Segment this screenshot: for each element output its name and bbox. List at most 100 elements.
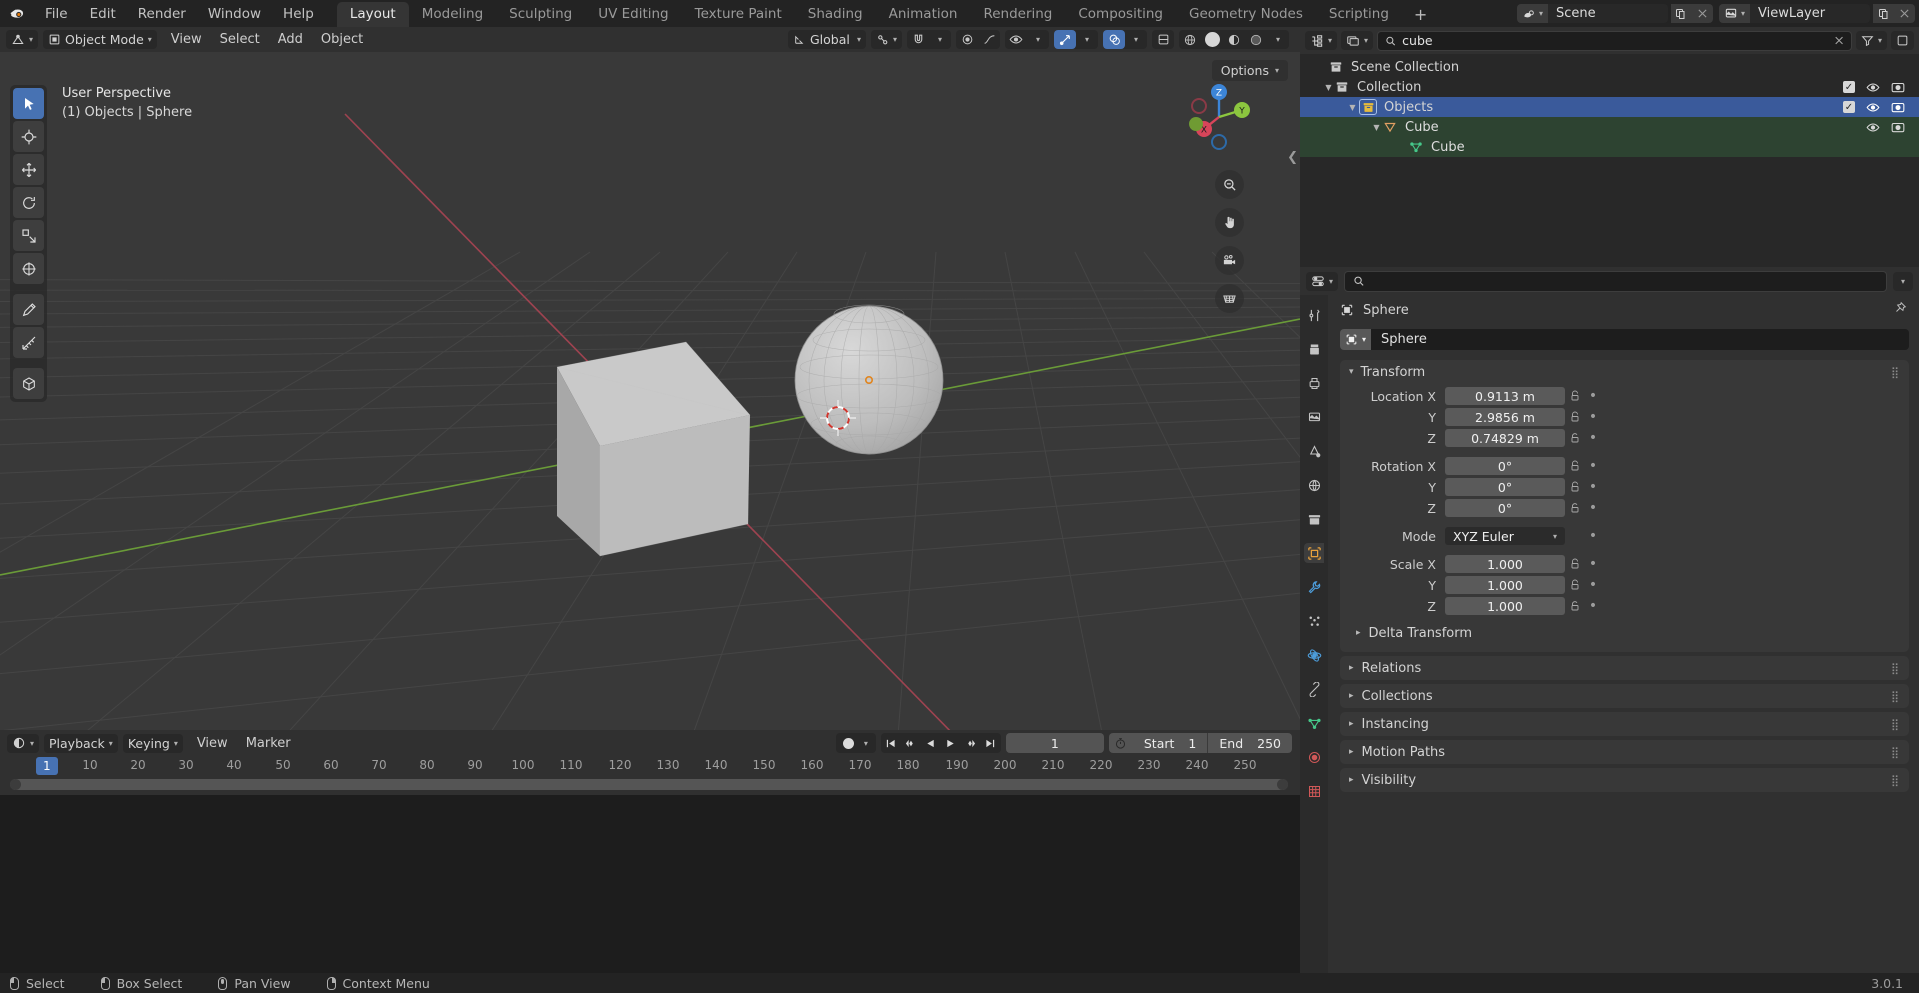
- scene-selector[interactable]: ▾ Scene: [1516, 4, 1668, 23]
- new-viewlayer-button[interactable]: [1873, 4, 1894, 23]
- outliner-row-collection[interactable]: ▼ Collection ✓: [1300, 77, 1919, 97]
- world-tab[interactable]: [1304, 475, 1324, 495]
- eye-icon[interactable]: [1866, 82, 1880, 93]
- menu-edit[interactable]: Edit: [79, 1, 127, 27]
- collection-checkbox[interactable]: ✓: [1843, 81, 1855, 93]
- gizmo-options-chevron-icon[interactable]: ▾: [1076, 30, 1098, 49]
- snap-options-chevron-icon[interactable]: ▾: [929, 30, 951, 49]
- drag-handle-icon[interactable]: ⣿: [1891, 719, 1900, 730]
- editor-type-icon[interactable]: ▾: [6, 30, 39, 49]
- timeline-menu-view[interactable]: View: [188, 736, 237, 751]
- animate-property-icon[interactable]: •: [1585, 430, 1601, 446]
- rotation-mode-dropdown[interactable]: XYZ Euler ▾: [1445, 527, 1565, 545]
- camera-icon[interactable]: [1891, 81, 1905, 93]
- outliner-search-input[interactable]: [1377, 30, 1852, 51]
- pan-icon[interactable]: [1215, 208, 1244, 237]
- chevron-right-icon[interactable]: ▸: [1349, 663, 1354, 673]
- overlays-chevron-icon[interactable]: ▾: [1125, 30, 1147, 49]
- timeline-menu-marker[interactable]: Marker: [237, 736, 300, 751]
- cursor-tool[interactable]: [13, 121, 44, 152]
- auto-keying-chevron-icon[interactable]: ▾: [859, 739, 873, 748]
- add-workspace-button[interactable]: +: [1402, 2, 1439, 27]
- relations-panel[interactable]: ▸ Relations ⣿: [1340, 656, 1909, 680]
- drag-handle-icon[interactable]: ⣿: [1891, 747, 1900, 758]
- auto-keying-icon[interactable]: [839, 733, 859, 753]
- zoom-icon[interactable]: [1215, 170, 1244, 199]
- chevron-down-icon[interactable]: ▼: [1346, 103, 1359, 112]
- solid-shading-icon[interactable]: [1201, 30, 1223, 49]
- rotation-x-field[interactable]: 0°: [1445, 457, 1565, 475]
- properties-options-chevron-icon[interactable]: ▾: [1892, 271, 1913, 291]
- scale-z-field[interactable]: 1.000: [1445, 597, 1565, 615]
- chevron-down-icon[interactable]: ▾: [1349, 367, 1354, 377]
- timeline-ruler[interactable]: 1 10 20 30 40 50 60 70 80 90 100 110 120…: [0, 756, 1300, 778]
- animate-property-icon[interactable]: •: [1585, 479, 1601, 495]
- blender-logo-icon[interactable]: [0, 1, 34, 27]
- instancing-panel[interactable]: ▸ Instancing ⣿: [1340, 712, 1909, 736]
- view-layer-tab[interactable]: [1304, 407, 1324, 427]
- motion-paths-panel[interactable]: ▸ Motion Paths ⣿: [1340, 740, 1909, 764]
- timeline-playhead[interactable]: 1: [36, 757, 58, 775]
- workspace-tab-sculpting[interactable]: Sculpting: [496, 2, 585, 27]
- output-tab[interactable]: [1304, 373, 1324, 393]
- animate-property-icon[interactable]: •: [1585, 577, 1601, 593]
- toggle-ortho-icon[interactable]: [1215, 284, 1244, 313]
- rendered-shading-icon[interactable]: [1245, 30, 1267, 49]
- animate-property-icon[interactable]: •: [1585, 409, 1601, 425]
- drag-handle-icon[interactable]: ⣿: [1891, 691, 1900, 702]
- navigation-gizmo[interactable]: Z Y X: [1182, 80, 1256, 154]
- show-gizmo-icon[interactable]: [1054, 30, 1076, 49]
- chevron-right-icon[interactable]: ▸: [1349, 747, 1354, 757]
- object-name-field[interactable]: Sphere: [1371, 328, 1909, 350]
- outliner-display-mode-icon[interactable]: ▾: [1305, 31, 1338, 50]
- timeline-menu-keying[interactable]: Keying ▾: [122, 733, 183, 753]
- viewlayer-icon[interactable]: ▾: [1718, 4, 1750, 23]
- start-frame-field[interactable]: Start 1: [1133, 733, 1208, 753]
- physics-tab[interactable]: [1304, 645, 1324, 665]
- constraints-tab[interactable]: [1304, 679, 1324, 699]
- delete-scene-button[interactable]: [1691, 4, 1713, 23]
- wireframe-shading-icon[interactable]: [1179, 30, 1201, 49]
- chevron-down-icon[interactable]: ▼: [1322, 83, 1335, 92]
- lock-icon[interactable]: [1565, 558, 1585, 570]
- material-preview-shading-icon[interactable]: [1223, 30, 1245, 49]
- scale-y-field[interactable]: 1.000: [1445, 576, 1565, 594]
- animate-property-icon[interactable]: •: [1585, 528, 1601, 544]
- transform-panel-header[interactable]: ▾ Transform ⣿: [1340, 360, 1909, 384]
- falloff-curve-icon[interactable]: [978, 30, 1000, 49]
- toggle-xray-icon[interactable]: [1152, 30, 1174, 49]
- scene-name-value[interactable]: Scene: [1548, 6, 1668, 21]
- outliner-row-scene-collection[interactable]: Scene Collection: [1300, 57, 1919, 77]
- annotate-tool[interactable]: [13, 294, 44, 325]
- animate-property-icon[interactable]: •: [1585, 388, 1601, 404]
- tool-tab[interactable]: [1304, 305, 1324, 325]
- collection-checkbox[interactable]: ✓: [1843, 101, 1855, 113]
- camera-icon[interactable]: [1891, 121, 1905, 133]
- camera-icon[interactable]: [1891, 101, 1905, 113]
- collections-panel[interactable]: ▸ Collections ⣿: [1340, 684, 1909, 708]
- drag-handle-icon[interactable]: ⣿: [1891, 775, 1900, 786]
- transform-orientation-dropdown[interactable]: Global ▾: [787, 30, 866, 49]
- workspace-tab-layout[interactable]: Layout: [336, 2, 409, 27]
- render-tab[interactable]: [1304, 339, 1324, 359]
- scale-x-field[interactable]: 1.000: [1445, 555, 1565, 573]
- menu-help[interactable]: Help: [272, 1, 325, 27]
- lock-icon[interactable]: [1565, 411, 1585, 423]
- menu-render[interactable]: Render: [127, 1, 197, 27]
- pin-icon[interactable]: [1893, 301, 1907, 319]
- properties-search-input[interactable]: [1344, 270, 1887, 292]
- menu-window[interactable]: Window: [197, 1, 272, 27]
- jump-to-prev-keyframe-icon[interactable]: [901, 733, 921, 753]
- collection-props-tab[interactable]: [1304, 509, 1324, 529]
- 3d-viewport[interactable]: User Perspective (1) Objects | Sphere Op…: [0, 52, 1300, 730]
- workspace-tab-uv-editing[interactable]: UV Editing: [585, 2, 681, 27]
- workspace-tab-rendering[interactable]: Rendering: [970, 2, 1065, 27]
- workspace-tab-modeling[interactable]: Modeling: [409, 2, 496, 27]
- filter-icon[interactable]: ▾: [1855, 31, 1887, 50]
- viewlayer-selector[interactable]: ▾ ViewLayer: [1718, 4, 1870, 23]
- lock-icon[interactable]: [1565, 460, 1585, 472]
- chevron-down-icon[interactable]: ▼: [1370, 123, 1383, 132]
- jump-to-next-keyframe-icon[interactable]: [961, 733, 981, 753]
- location-x-field[interactable]: 0.9113 m: [1445, 387, 1565, 405]
- transform-tool[interactable]: [13, 253, 44, 284]
